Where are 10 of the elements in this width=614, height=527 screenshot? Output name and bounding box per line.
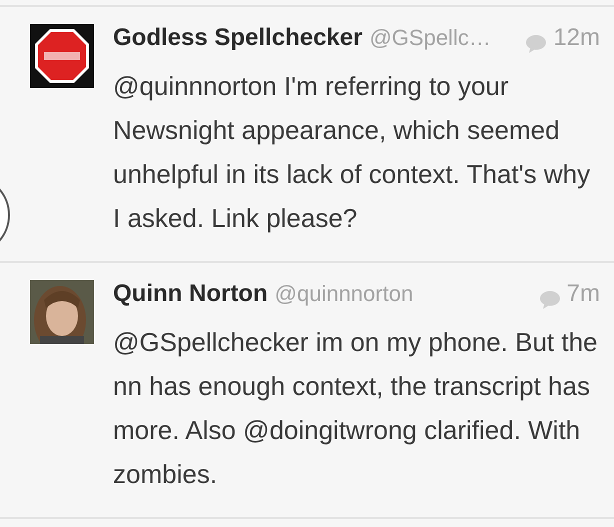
speech-bubble-icon xyxy=(525,34,548,54)
tweet-time: 7m xyxy=(566,280,600,308)
user-name: Quinn Norton xyxy=(113,280,268,308)
user-handle: @GSpellc… xyxy=(369,25,491,51)
tweet-text: @quinnnorton I'm referring to your Newsnight appearance, which seemed unhelpful in its lack of context. That's why I asked. Link please? xyxy=(113,70,592,235)
speech-bubble-icon xyxy=(538,290,561,310)
tweet-text: @GSpellchecker im on my phone. But the nn has enough context, the transcript has more. Also @doingitwrong clarified. With zombies. xyxy=(113,326,599,491)
tweet-time: 12m xyxy=(553,24,600,52)
user-name: Godless Spellchecker xyxy=(113,24,362,52)
user-handle: @quinnnorton xyxy=(274,281,414,307)
